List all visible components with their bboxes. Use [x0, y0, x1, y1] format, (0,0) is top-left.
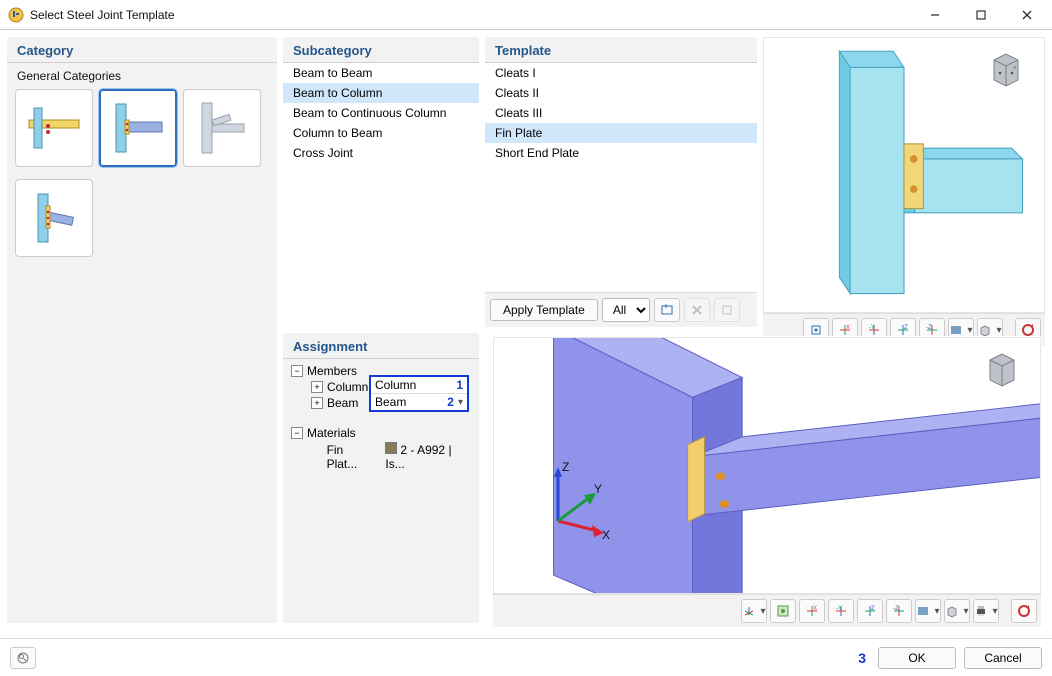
window-title: Select Steel Joint Template — [30, 8, 912, 22]
material-row[interactable]: Fin Plat... 2 - A992 | Is... — [291, 441, 471, 472]
model-panel: Z Y X ▾ X -Y Z -Z ▾ ▾ ▾ — [492, 336, 1042, 628]
assignment-field-beam[interactable]: Beam 2 ▾ — [371, 393, 467, 410]
axis-gizmo-icon: Z Y X — [538, 459, 620, 541]
axis-label: Z — [562, 460, 569, 474]
template-item[interactable]: Cleats I — [485, 63, 757, 83]
preview-viewport[interactable]: Y — [763, 37, 1045, 313]
field-number: 2 — [447, 395, 454, 409]
tree-collapse-icon[interactable]: − — [291, 427, 303, 439]
delete-icon — [684, 298, 710, 322]
members-label: Members — [307, 364, 357, 378]
preview-panel: Y X -Y Z -Z ▾ ▾ — [762, 36, 1046, 328]
field-number: 1 — [456, 378, 463, 392]
mid-column: Subcategory Beam to Beam Beam to Column … — [282, 36, 480, 624]
subcategory-item[interactable]: Beam to Continuous Column — [283, 103, 479, 123]
subcategory-item[interactable]: Beam to Beam — [283, 63, 479, 83]
subcategory-list[interactable]: Beam to Beam Beam to Column Beam to Cont… — [283, 63, 479, 327]
category-thumb-3[interactable] — [183, 89, 261, 167]
reset-view-icon[interactable] — [1011, 599, 1037, 623]
tree-expand-icon[interactable]: + — [311, 397, 323, 409]
assignment-field-box[interactable]: Column 1 Beam 2 ▾ — [369, 375, 469, 412]
category-thumb-2[interactable] — [99, 89, 177, 167]
subcategory-item[interactable]: Beam to Column — [283, 83, 479, 103]
model-viewport[interactable]: Z Y X — [493, 337, 1041, 594]
category-thumb-1[interactable] — [15, 89, 93, 167]
category-thumbs — [7, 85, 277, 261]
template-item[interactable]: Short End Plate — [485, 143, 757, 163]
axis-origin-icon[interactable]: ▾ — [741, 599, 767, 623]
template-item[interactable]: Fin Plate — [485, 123, 757, 143]
subcategory-panel: Subcategory Beam to Beam Beam to Column … — [282, 36, 480, 328]
cube-icon[interactable]: ▾ — [944, 599, 970, 623]
field-value: Beam — [375, 395, 406, 409]
save-as-icon — [714, 298, 740, 322]
assignment-title: Assignment — [283, 333, 479, 359]
tree-materials-root[interactable]: − Materials — [291, 425, 471, 441]
axis-x-icon[interactable]: X — [799, 599, 825, 623]
svg-text:Z: Z — [871, 606, 875, 612]
category-group-label: General Categories — [7, 63, 277, 85]
svg-text:-Y: -Y — [869, 325, 875, 331]
fit-view-icon[interactable] — [770, 599, 796, 623]
material-name: Fin Plat... — [327, 443, 376, 471]
print-icon[interactable]: ▾ — [973, 599, 999, 623]
template-item[interactable]: Cleats III — [485, 103, 757, 123]
axis-neg-z-icon[interactable]: -Z — [886, 599, 912, 623]
template-filter-select[interactable]: All — [602, 298, 650, 322]
chevron-down-icon[interactable]: ▾ — [458, 397, 463, 408]
template-panel: Template Cleats I Cleats II Cleats III F… — [484, 36, 758, 328]
member-label: Beam — [327, 396, 358, 410]
category-title: Category — [7, 37, 277, 63]
axis-label: X — [602, 528, 610, 541]
svg-text:X: X — [846, 325, 850, 331]
maximize-button[interactable] — [958, 1, 1004, 29]
shading-icon[interactable]: ▾ — [915, 599, 941, 623]
view-cube-icon[interactable]: Y — [982, 46, 1030, 94]
svg-text:-Z: -Z — [893, 606, 899, 612]
titlebar: Select Steel Joint Template — [0, 0, 1052, 30]
pick-icon[interactable] — [654, 298, 680, 322]
category-panel: Category General Categories — [6, 36, 278, 624]
view-cube-icon[interactable] — [978, 346, 1026, 394]
category-thumb-4[interactable] — [15, 179, 93, 257]
svg-text:X: X — [813, 606, 817, 612]
svg-text:Z: Z — [904, 325, 908, 331]
axis-z-icon[interactable]: Z — [857, 599, 883, 623]
assignment-field-column[interactable]: Column 1 — [371, 377, 467, 393]
field-value: Column — [375, 378, 416, 392]
materials-label: Materials — [307, 426, 356, 440]
close-button[interactable] — [1004, 1, 1050, 29]
subcategory-title: Subcategory — [283, 37, 479, 63]
assignment-panel: Assignment − Members + Column + Beam — [282, 332, 480, 624]
footer: 3 OK Cancel — [0, 638, 1052, 676]
tree-expand-icon[interactable]: + — [311, 381, 323, 393]
apply-template-button[interactable]: Apply Template — [490, 299, 598, 321]
member-label: Column — [327, 380, 368, 394]
svg-text:-Y: -Y — [836, 606, 842, 612]
hint-number: 3 — [858, 650, 866, 666]
template-item[interactable]: Cleats II — [485, 83, 757, 103]
axis-label: Y — [594, 482, 602, 496]
template-title: Template — [485, 37, 757, 63]
tree-collapse-icon[interactable]: − — [291, 365, 303, 377]
assignment-tree: − Members + Column + Beam Column 1 — [283, 359, 479, 476]
svg-text:-Z: -Z — [926, 325, 932, 331]
template-apply-row: Apply Template All — [485, 292, 757, 327]
subcategory-item[interactable]: Column to Beam — [283, 123, 479, 143]
app-icon — [8, 7, 24, 23]
model-toolbar: ▾ X -Y Z -Z ▾ ▾ ▾ — [493, 594, 1041, 627]
template-list[interactable]: Cleats I Cleats II Cleats III Fin Plate … — [485, 63, 757, 292]
ok-button[interactable]: OK — [878, 647, 956, 669]
material-swatch-icon — [385, 442, 397, 454]
help-button[interactable] — [10, 647, 36, 669]
cancel-button[interactable]: Cancel — [964, 647, 1042, 669]
subcategory-item[interactable]: Cross Joint — [283, 143, 479, 163]
axis-y-icon[interactable]: -Y — [828, 599, 854, 623]
minimize-button[interactable] — [912, 1, 958, 29]
